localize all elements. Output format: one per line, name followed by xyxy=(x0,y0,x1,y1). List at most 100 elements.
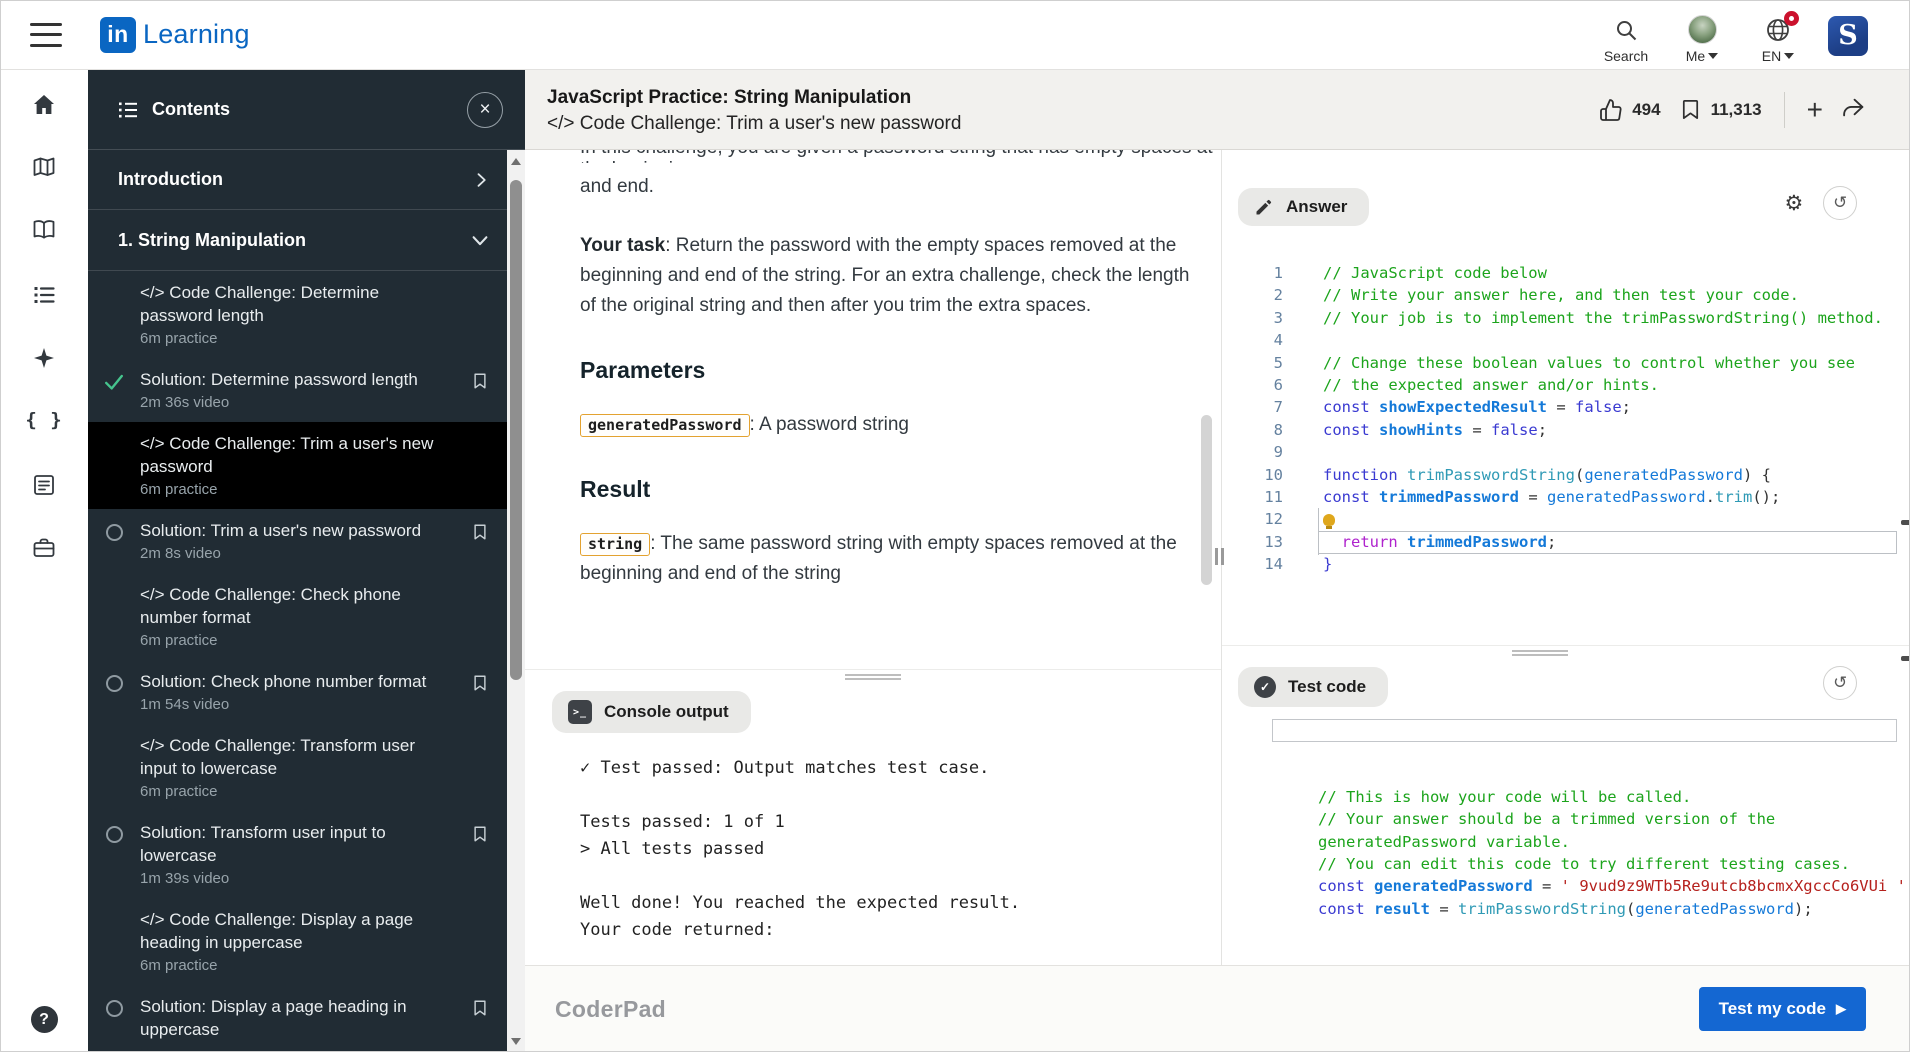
parameters-heading: Parameters xyxy=(580,357,706,383)
bookmark-lesson-button[interactable] xyxy=(471,999,489,1041)
search-button[interactable]: Search xyxy=(1600,6,1652,64)
scroll-up-arrow[interactable] xyxy=(507,152,525,170)
lesson-item-title: </> Code Challenge: Display a page headi… xyxy=(140,910,414,952)
contents-lesson-item[interactable]: Solution: Determine password length 2m 36… xyxy=(88,358,507,422)
code-line[interactable]: const generatedPassword = ' 9vud9z9WTb5R… xyxy=(1278,875,1910,897)
language-menu[interactable]: EN xyxy=(1752,6,1804,64)
contents-section-introduction[interactable]: Introduction xyxy=(88,150,507,210)
check-circle-icon: ✓ xyxy=(1254,675,1276,698)
code-line[interactable]: 5// Change these boolean values to contr… xyxy=(1222,352,1910,374)
bookmark-lesson-button[interactable] xyxy=(471,372,489,412)
help-icon: ? xyxy=(30,1006,58,1033)
me-menu[interactable]: Me xyxy=(1676,6,1728,64)
linkedin-learning-logo[interactable]: in Learning xyxy=(100,16,250,53)
tab-console-output[interactable]: >_ Console output xyxy=(552,691,751,733)
vertical-resize-handle[interactable] xyxy=(1215,548,1224,565)
section-label: 1. String Manipulation xyxy=(118,229,306,250)
code-line[interactable]: 3// Your job is to implement the trimPas… xyxy=(1222,307,1910,329)
add-button[interactable]: + xyxy=(1807,95,1823,124)
test-code-line-box xyxy=(1272,718,1898,742)
code-line[interactable]: 8 const showHints = false; xyxy=(1222,419,1910,441)
book-icon xyxy=(33,220,55,239)
tab-test-code[interactable]: ✓ Test code xyxy=(1238,666,1389,707)
line-number: 8 xyxy=(1273,420,1283,439)
code-line[interactable]: // You can edit this code to try differe… xyxy=(1278,853,1910,875)
settings-button[interactable]: ⚙ xyxy=(1784,191,1803,215)
code-line[interactable]: 9 xyxy=(1222,441,1910,463)
incomplete-circle-icon xyxy=(105,524,123,541)
bookmark-lesson-button[interactable] xyxy=(471,674,489,714)
like-button[interactable]: 494 xyxy=(1599,98,1661,122)
code-line[interactable]: 6// the expected answer and/or hints. xyxy=(1222,374,1910,396)
menu-button[interactable] xyxy=(30,22,62,47)
test-code-editor[interactable]: // This is how your code will be called.… xyxy=(1222,718,1910,965)
contents-list: Introduction 1. String Manipulation </> Co… xyxy=(88,150,507,1051)
sidebar-item-help[interactable]: ? xyxy=(0,1006,88,1033)
sidebar-item-library[interactable] xyxy=(0,217,88,243)
contents-lesson-item[interactable]: Solution: Trim a user's new password 2m 8… xyxy=(88,509,507,573)
sidebar-item-home[interactable] xyxy=(0,92,88,118)
lesson-item-meta: 1m 39s video xyxy=(140,870,230,887)
share-button[interactable] xyxy=(1841,95,1866,125)
description-scrollbar-thumb[interactable] xyxy=(1201,415,1212,585)
contents-scrollbar[interactable] xyxy=(507,150,525,1052)
challenge-description[interactable]: In this challenge, you are given a passw… xyxy=(525,150,1221,669)
scroll-down-arrow[interactable] xyxy=(507,1032,525,1050)
answer-code-editor[interactable]: 1// JavaScript code below 2// Write your … xyxy=(1222,262,1910,645)
bookmark-button[interactable]: 11,313 xyxy=(1679,98,1762,121)
contents-lesson-item[interactable]: Solution: Check phone number format 1m 54… xyxy=(88,660,507,724)
contents-lesson-item[interactable]: Solution: Display a page heading in uppe… xyxy=(88,985,507,1051)
sparkle-icon xyxy=(34,348,54,368)
linkedin-icon: in xyxy=(100,16,136,53)
code-line[interactable]: // Your answer should be a trimmed versi… xyxy=(1278,808,1910,830)
language-label: EN xyxy=(1761,47,1782,64)
code-line[interactable]: 1// JavaScript code below xyxy=(1222,262,1910,284)
resize-handle-icon[interactable] xyxy=(845,674,901,681)
contents-lesson-item[interactable]: </> Code Challenge: Transform user input… xyxy=(88,724,507,811)
sidebar-item-career-journey[interactable] xyxy=(0,535,88,561)
code-line[interactable]: // This is how your code will be called. xyxy=(1278,786,1910,808)
code-line[interactable]: const result = trimPasswordString(genera… xyxy=(1278,898,1910,920)
code-line[interactable]: 11 const trimmedPassword = generatedPassw… xyxy=(1222,486,1910,508)
sidebar-item-coding-practice[interactable]: { } xyxy=(0,409,88,431)
sidebar-item-explore[interactable] xyxy=(0,154,88,180)
horizontal-resize-divider[interactable] xyxy=(525,669,1221,683)
scrollbar-thumb[interactable] xyxy=(510,180,522,680)
me-label: Me xyxy=(1685,47,1706,64)
code-line[interactable]: 2// Write your answer here, and then tes… xyxy=(1222,284,1910,306)
sidebar-item-contents[interactable] xyxy=(0,282,88,308)
sidebar-item-articles[interactable] xyxy=(0,472,88,498)
contents-lesson-item[interactable]: Solution: Transform user input to lowerc… xyxy=(88,811,507,898)
bookmark-lesson-button[interactable] xyxy=(471,523,489,563)
browser-extension-badge[interactable]: S xyxy=(1828,15,1868,56)
code-line[interactable]: 10 function trimPasswordString(generatedP… xyxy=(1222,464,1910,486)
contents-lesson-item[interactable]: </> Code Challenge: Determine password l… xyxy=(88,271,507,358)
like-count: 494 xyxy=(1632,99,1661,119)
close-contents-button[interactable]: × xyxy=(467,91,503,128)
test-my-code-button[interactable]: Test my code ▶ xyxy=(1698,987,1866,1031)
code-line[interactable]: 7 const showExpectedResult = false; xyxy=(1222,396,1910,418)
resize-handle-icon[interactable] xyxy=(1512,650,1568,657)
line-number: 12 xyxy=(1264,510,1283,529)
code-line[interactable]: 14} xyxy=(1222,553,1910,575)
hint-lightbulb-icon[interactable] xyxy=(1323,514,1335,530)
bookmark-lesson-button[interactable] xyxy=(471,825,489,888)
terminal-icon: >_ xyxy=(568,700,592,724)
code-line[interactable]: 12 xyxy=(1222,508,1910,530)
contents-lesson-item-active[interactable]: </> Code Challenge: Trim a user's new pa… xyxy=(88,422,507,509)
horizontal-resize-divider[interactable] xyxy=(1222,645,1910,659)
code-line[interactable]: generatedPassword variable. xyxy=(1278,831,1910,853)
console-output-panel: >_ Console output ✓ Test passed: Output … xyxy=(525,683,1221,965)
avatar xyxy=(1687,15,1717,44)
contents-section--string-manipulation[interactable]: 1. String Manipulation xyxy=(88,210,507,271)
contents-lesson-item[interactable]: </> Code Challenge: Check phone number f… xyxy=(88,573,507,660)
chevron-down-icon xyxy=(472,236,488,246)
code-line[interactable]: 4 xyxy=(1222,329,1910,351)
reset-answer-button[interactable]: ↺ xyxy=(1823,186,1858,220)
article-icon xyxy=(34,475,54,495)
lesson-item-meta: 6m practice xyxy=(140,783,218,800)
tab-answer[interactable]: Answer xyxy=(1238,188,1370,226)
contents-lesson-item[interactable]: </> Code Challenge: Display a page headi… xyxy=(88,898,507,985)
reset-test-code-button[interactable]: ↺ xyxy=(1823,665,1858,700)
sidebar-item-ai-coach[interactable] xyxy=(0,345,88,371)
